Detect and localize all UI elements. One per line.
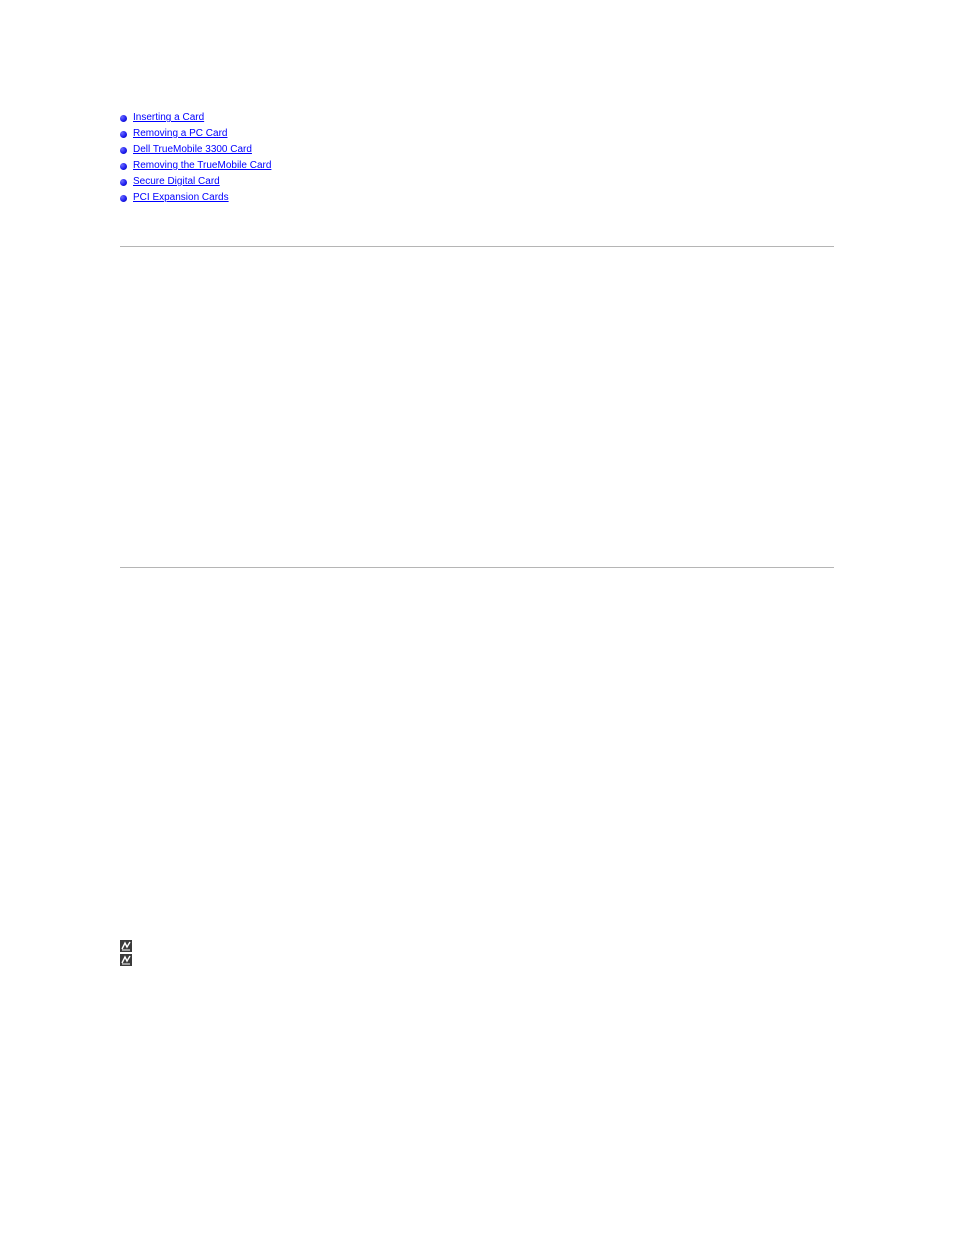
toc-link-secure-digital[interactable]: Secure Digital Card <box>133 175 220 189</box>
table-of-contents: Inserting a Card Removing a PC Card Dell… <box>120 110 834 206</box>
toc-item: Removing a PC Card <box>120 126 834 142</box>
toc-item: PCI Expansion Cards <box>120 190 834 206</box>
toc-item: Dell TrueMobile 3300 Card <box>120 142 834 158</box>
bullet-icon <box>120 195 127 202</box>
toc-item: Secure Digital Card <box>120 174 834 190</box>
toc-link-removing-truemobile[interactable]: Removing the TrueMobile Card <box>133 159 271 173</box>
bullet-icon <box>120 147 127 154</box>
bullet-icon <box>120 179 127 186</box>
note-row <box>120 940 834 952</box>
bullet-icon <box>120 131 127 138</box>
document-page: Inserting a Card Removing a PC Card Dell… <box>0 0 954 1235</box>
note-icon <box>120 954 132 966</box>
note-row <box>120 954 834 966</box>
content-spacer <box>120 598 834 938</box>
bullet-icon <box>120 163 127 170</box>
note-icon <box>120 940 132 952</box>
toc-link-removing-pc-card[interactable]: Removing a PC Card <box>133 127 227 141</box>
toc-link-inserting-card[interactable]: Inserting a Card <box>133 111 204 125</box>
toc-link-truemobile-card[interactable]: Dell TrueMobile 3300 Card <box>133 143 252 157</box>
toc-link-pci-expansion[interactable]: PCI Expansion Cards <box>133 191 229 205</box>
divider <box>120 567 834 568</box>
bullet-icon <box>120 115 127 122</box>
toc-item: Inserting a Card <box>120 110 834 126</box>
toc-item: Removing the TrueMobile Card <box>120 158 834 174</box>
divider <box>120 246 834 247</box>
content-spacer <box>120 277 834 537</box>
